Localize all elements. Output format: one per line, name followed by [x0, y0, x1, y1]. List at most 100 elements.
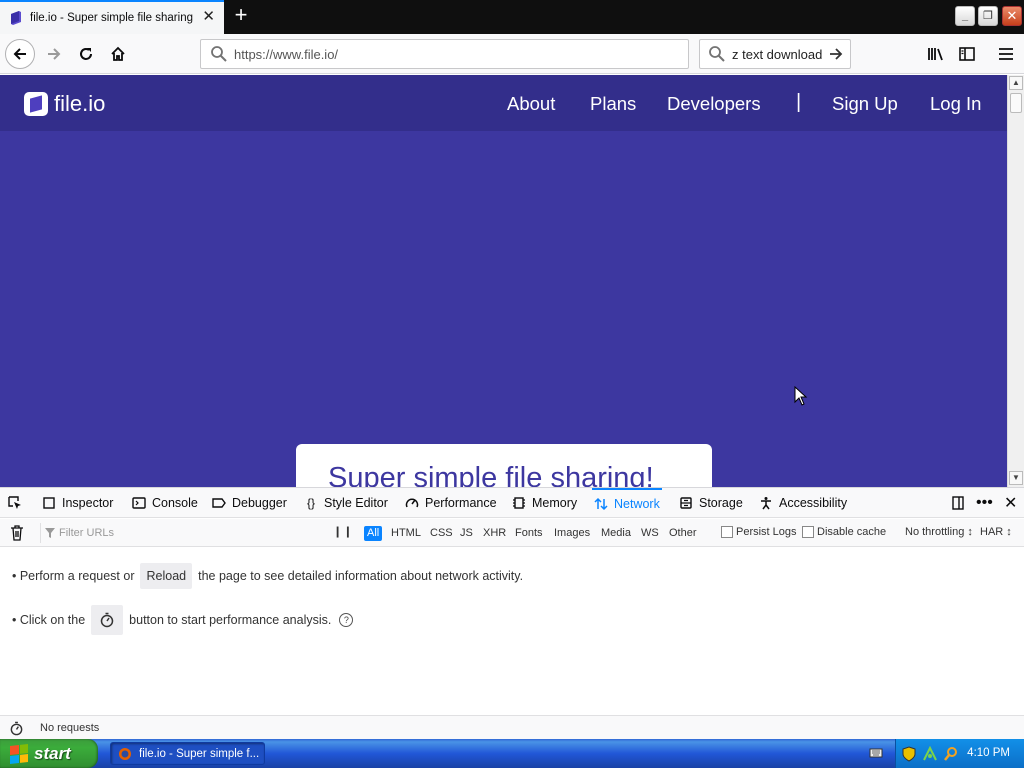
- filter-type-xhr[interactable]: XHR: [480, 526, 509, 541]
- tab-storage-label: Storage: [699, 496, 743, 510]
- start-performance-analysis-button[interactable]: [91, 605, 124, 635]
- empty-notice-text: the page to see detailed information abo…: [198, 569, 524, 583]
- tab-console-label: Console: [152, 496, 198, 510]
- throttling-select[interactable]: No throttling ↕: [905, 526, 973, 538]
- sidebar-toggle-button[interactable]: [953, 40, 981, 68]
- filter-type-other[interactable]: Other: [666, 526, 700, 541]
- mouse-pointer-icon: [794, 386, 808, 406]
- forward-button[interactable]: [40, 40, 68, 68]
- windows-taskbar: start file.io - Super simple f... 4:10 P…: [0, 739, 1024, 768]
- har-menu-button[interactable]: HAR ↕: [980, 526, 1012, 538]
- element-picker-button[interactable]: [8, 488, 28, 518]
- nav-link-developers[interactable]: Developers: [667, 93, 761, 115]
- fileio-logo[interactable]: file.io: [24, 91, 105, 117]
- scrollbar-thumb[interactable]: [1010, 93, 1022, 113]
- tab-strip: file.io - Super simple file sharing ✕ + …: [0, 0, 1024, 34]
- window-minimize-button[interactable]: _: [955, 6, 975, 26]
- search-icon[interactable]: [943, 746, 959, 762]
- more-dots-icon: •••: [976, 494, 993, 511]
- nav-link-login[interactable]: Log In: [930, 93, 981, 115]
- window-restore-button[interactable]: ❐: [978, 6, 998, 26]
- hero-title: Super simple file sharing!: [328, 462, 654, 487]
- persist-logs-label: Persist Logs: [736, 526, 797, 538]
- filter-type-images[interactable]: Images: [551, 526, 593, 541]
- tab-style-editor[interactable]: {} Style Editor: [304, 488, 388, 518]
- filter-type-js[interactable]: JS: [457, 526, 476, 541]
- system-tray: 4:10 PM: [895, 739, 1024, 768]
- network-empty-notice: • Perform a request or Reload the page t…: [0, 548, 1024, 714]
- scroll-down-arrow-icon[interactable]: ▼: [1009, 471, 1023, 485]
- checkbox-box[interactable]: [802, 526, 814, 538]
- back-arrow-icon: [13, 48, 26, 60]
- pause-icon[interactable]: ❙❙: [333, 525, 353, 538]
- devtools-more-button[interactable]: •••: [976, 488, 993, 518]
- keyboard-icon[interactable]: [869, 746, 883, 760]
- element-picker-icon: [8, 496, 21, 509]
- nav-link-plans[interactable]: Plans: [590, 93, 636, 115]
- windows-logo-icon: [10, 743, 28, 764]
- filter-type-css[interactable]: CSS: [427, 526, 456, 541]
- tab-storage[interactable]: Storage: [679, 488, 743, 518]
- tab-inspector[interactable]: Inspector: [42, 488, 113, 518]
- home-button[interactable]: [104, 40, 132, 68]
- hamburger-menu-icon: [999, 48, 1013, 60]
- navigation-toolbar: https://www.file.io/ z text download: [0, 34, 1024, 74]
- url-bar[interactable]: https://www.file.io/: [200, 39, 689, 69]
- hamburger-menu-button[interactable]: [992, 40, 1020, 68]
- search-bar[interactable]: z text download: [699, 39, 851, 69]
- browser-tab[interactable]: file.io - Super simple file sharing ✕: [0, 0, 224, 34]
- window-close-button[interactable]: ✕: [1002, 6, 1022, 26]
- persist-logs-checkbox[interactable]: Persist Logs: [721, 526, 797, 538]
- dock-side-button[interactable]: [951, 488, 971, 518]
- nav-link-about[interactable]: About: [507, 93, 555, 115]
- storage-icon: [680, 497, 692, 509]
- filter-type-media[interactable]: Media: [598, 526, 634, 541]
- nav-link-signup[interactable]: Sign Up: [832, 93, 898, 115]
- checkbox-box[interactable]: [721, 526, 733, 538]
- start-button[interactable]: start: [0, 739, 98, 768]
- tab-network[interactable]: Network: [592, 488, 662, 518]
- tab-close-icon[interactable]: ✕: [202, 9, 215, 24]
- url-text: https://www.file.io/: [234, 46, 339, 62]
- taskbar-item-label: file.io - Super simple f...: [139, 747, 260, 760]
- tab-network-label: Network: [614, 497, 660, 511]
- new-tab-button[interactable]: +: [230, 4, 252, 27]
- scroll-up-arrow-icon[interactable]: ▲: [1009, 76, 1023, 90]
- search-go-arrow-icon[interactable]: [828, 46, 844, 62]
- tab-accessibility-label: Accessibility: [779, 496, 848, 510]
- trash-icon[interactable]: [10, 525, 24, 541]
- logo-text: file.io: [54, 91, 106, 116]
- inspector-icon: [43, 497, 55, 509]
- filter-type-html[interactable]: HTML: [388, 526, 424, 541]
- tab-console[interactable]: Console: [132, 488, 198, 518]
- reload-button[interactable]: [72, 40, 100, 68]
- taskbar-item-firefox[interactable]: file.io - Super simple f...: [110, 742, 265, 765]
- security-shield-icon[interactable]: [901, 745, 917, 762]
- back-button[interactable]: [5, 39, 35, 69]
- page-scrollbar[interactable]: ▲ ▼: [1007, 75, 1024, 487]
- stopwatch-icon[interactable]: [9, 721, 24, 736]
- library-button[interactable]: [922, 40, 950, 68]
- help-icon[interactable]: ?: [339, 613, 354, 627]
- disable-cache-checkbox[interactable]: Disable cache: [802, 526, 886, 538]
- filter-type-ws[interactable]: WS: [638, 526, 662, 541]
- filter-urls-input[interactable]: Filter URLs: [40, 523, 322, 543]
- hero-title-text: Super simple file: [328, 462, 551, 487]
- console-icon: [132, 497, 146, 509]
- tab-style-editor-label: Style Editor: [324, 496, 388, 510]
- devtools-close-button[interactable]: ✕: [1004, 488, 1017, 518]
- tab-memory[interactable]: Memory: [512, 488, 577, 518]
- filter-type-all[interactable]: All: [364, 526, 383, 541]
- tab-performance[interactable]: Performance: [405, 488, 497, 518]
- tab-debugger[interactable]: Debugger: [212, 488, 287, 518]
- network-toolbar: Filter URLs ❙❙ All HTML CSS JS XHR Fonts…: [0, 519, 1024, 547]
- library-icon: [928, 48, 943, 61]
- performance-gauge-icon: [405, 498, 419, 508]
- reload-button[interactable]: Reload: [140, 563, 193, 589]
- filter-type-fonts[interactable]: Fonts: [512, 526, 546, 541]
- network-connection-icon[interactable]: [922, 745, 938, 762]
- tab-inspector-label: Inspector: [62, 496, 114, 510]
- fileio-logo-icon: [24, 92, 48, 116]
- memory-chip-icon: [513, 497, 525, 509]
- tab-accessibility[interactable]: Accessibility: [759, 488, 847, 518]
